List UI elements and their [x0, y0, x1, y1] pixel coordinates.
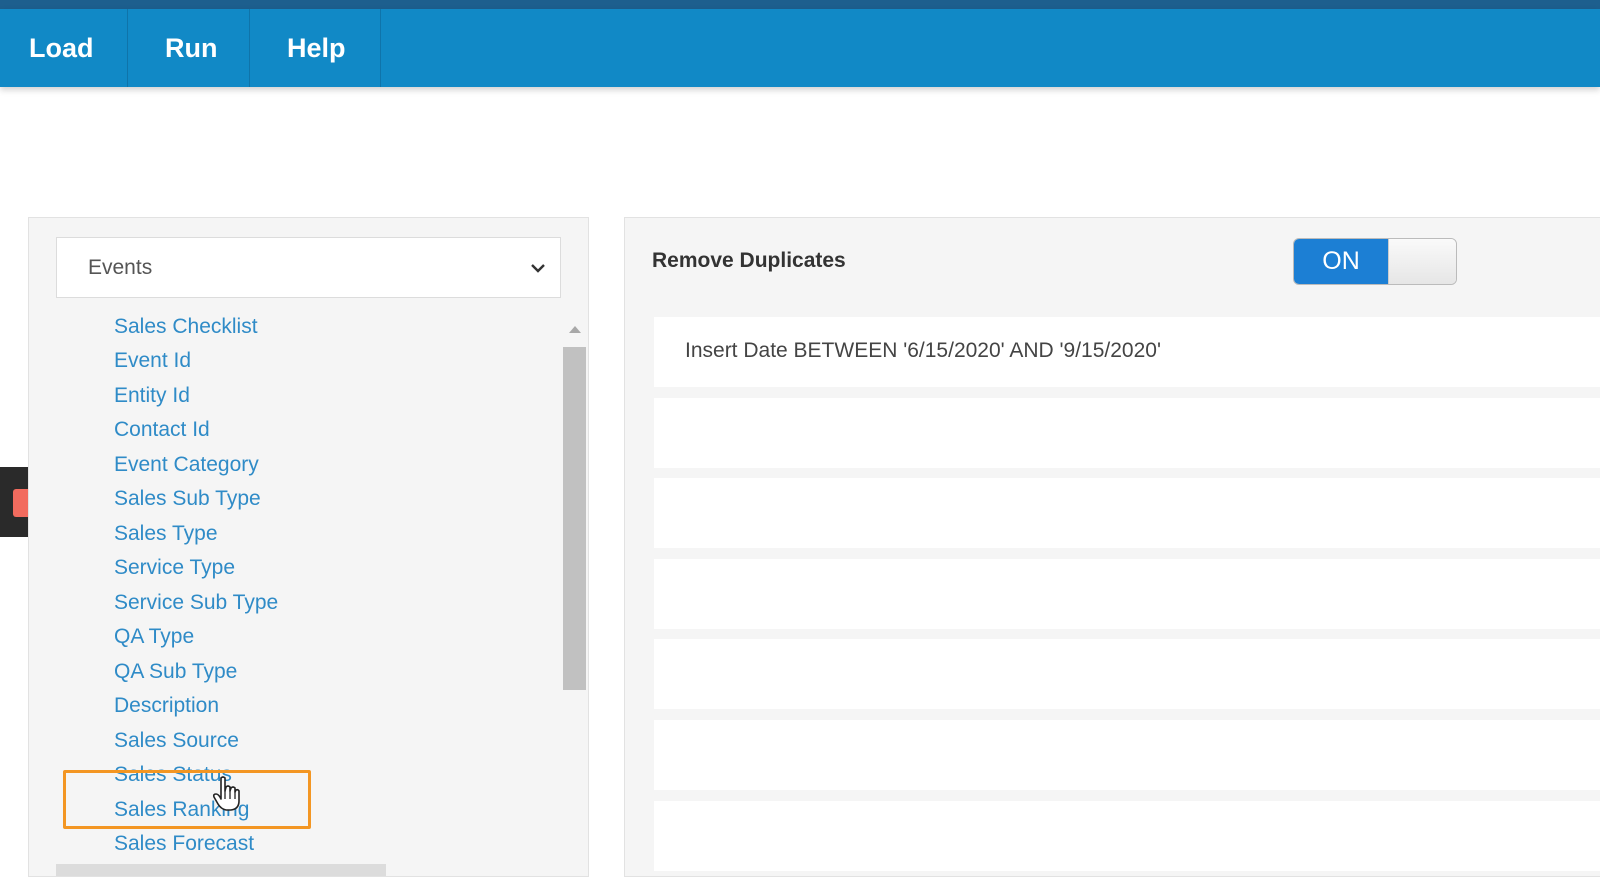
nav-help[interactable]: Help [250, 9, 381, 87]
condition-row-empty[interactable] [654, 801, 1600, 871]
field-item[interactable]: Service Type [114, 553, 235, 583]
selected-row-highlight [56, 864, 386, 876]
field-item[interactable]: QA Type [114, 622, 194, 652]
table-select-value: Events [88, 255, 153, 279]
condition-row-empty[interactable] [654, 559, 1600, 629]
field-list-scrollbar[interactable] [562, 322, 587, 876]
chevron-down-icon [531, 264, 545, 273]
remove-duplicates-toggle[interactable]: ON [1293, 238, 1457, 285]
field-item[interactable]: Sales Checklist [114, 312, 258, 342]
annotation-highlight-box [63, 770, 311, 829]
condition-row-empty[interactable] [654, 478, 1600, 548]
condition-row-empty[interactable] [654, 720, 1600, 790]
field-item[interactable]: Event Category [114, 450, 259, 480]
condition-row-empty[interactable] [654, 639, 1600, 709]
top-navbar: Load Run Help [0, 9, 1600, 87]
toggle-knob [1388, 239, 1456, 284]
toggle-on-label: ON [1294, 239, 1388, 284]
query-options-panel: Remove Duplicates ON Insert Date BETWEEN… [624, 217, 1600, 877]
field-item[interactable]: Sales Sub Type [114, 484, 261, 514]
field-item[interactable]: Sales Forecast [114, 829, 254, 859]
nav-load[interactable]: Load [0, 9, 128, 87]
field-item[interactable]: Sales Source [114, 726, 239, 756]
field-item[interactable]: Service Sub Type [114, 588, 278, 618]
field-item[interactable]: Description [114, 691, 219, 721]
remove-duplicates-label: Remove Duplicates [652, 249, 846, 272]
field-item[interactable]: Sales Type [114, 519, 218, 549]
field-item[interactable]: QA Sub Type [114, 657, 237, 687]
field-item[interactable]: Entity Id [114, 381, 190, 411]
scrollbar-thumb[interactable] [563, 347, 586, 690]
field-item[interactable]: Event Id [114, 346, 191, 376]
field-item[interactable]: Contact Id [114, 415, 210, 445]
nav-run[interactable]: Run [128, 9, 250, 87]
condition-text: Insert Date BETWEEN '6/15/2020' AND '9/1… [685, 339, 1161, 362]
hand-pointer-cursor-icon [212, 776, 240, 811]
table-select[interactable]: Events [56, 237, 561, 298]
condition-row-empty[interactable] [654, 398, 1600, 468]
scroll-up-arrow-icon[interactable] [568, 324, 582, 334]
top-strip [0, 0, 1600, 9]
condition-row[interactable]: Insert Date BETWEEN '6/15/2020' AND '9/1… [654, 317, 1600, 387]
